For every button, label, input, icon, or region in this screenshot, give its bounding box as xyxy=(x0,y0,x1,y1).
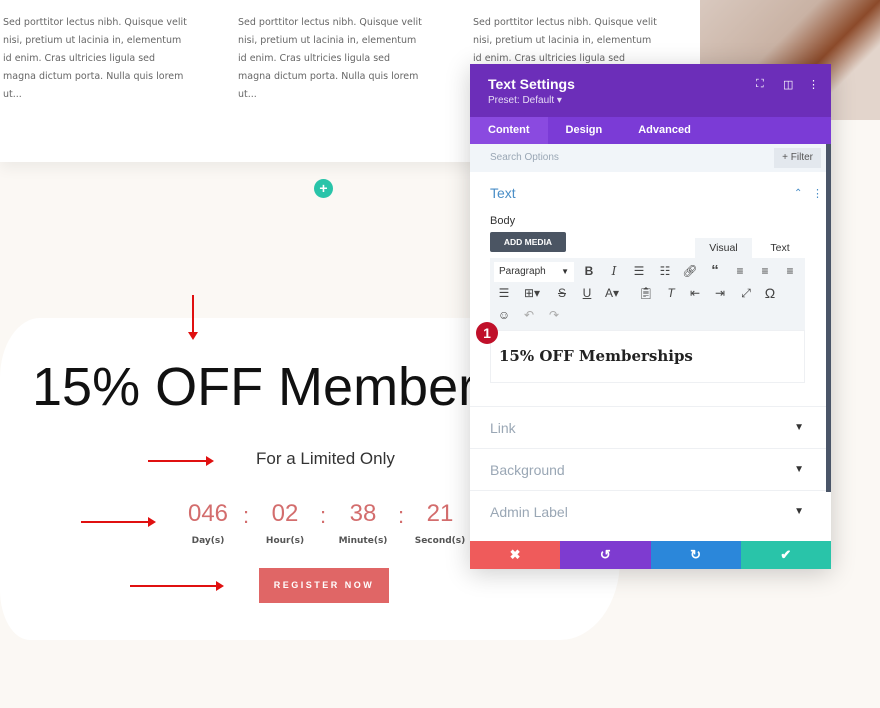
panel-title: Text Settings xyxy=(488,76,575,92)
bold-icon[interactable]: B xyxy=(580,264,598,278)
preset-dropdown[interactable]: Preset: Default ▾ xyxy=(488,95,813,106)
countdown-seconds: 21 Second(s) xyxy=(410,500,470,546)
italic-icon[interactable]: I xyxy=(605,264,623,278)
format-value: Paragraph xyxy=(499,266,546,277)
chevron-down-icon: ▼ xyxy=(794,464,804,475)
editor-toolbar: Paragraph ▼ B I ☰ ☷ 🔗︎ “ ≡ ≡ ≡ ☰ ⊞▾ S U A… xyxy=(490,258,805,330)
excerpt: Sed porttitor lectus nibh. Quisque velit… xyxy=(3,17,187,100)
countdown-value: 046 xyxy=(187,500,229,527)
panel-footer: ✖ ↺ ↻ ✔ xyxy=(470,541,831,569)
editor-content[interactable]: 15% OFF Memberships xyxy=(490,330,805,383)
countdown-value: 21 xyxy=(426,500,454,527)
scrollbar[interactable] xyxy=(826,144,831,492)
annotation-arrow xyxy=(81,517,156,527)
visual-tab[interactable]: Visual xyxy=(695,238,752,258)
countdown-label: Hour(s) xyxy=(265,536,305,546)
separator: : xyxy=(320,503,327,528)
countdown-label: Minute(s) xyxy=(338,536,388,546)
paste-icon[interactable]: 📋︎ xyxy=(637,286,655,300)
annotation-arrow xyxy=(148,456,214,466)
text-tab[interactable]: Text xyxy=(755,238,805,258)
text-color-icon[interactable]: A▾ xyxy=(603,286,621,300)
section-label: Admin Label xyxy=(490,504,568,520)
link-icon[interactable]: 🔗︎ xyxy=(681,264,699,278)
body-label: Body xyxy=(490,215,516,227)
tab-content[interactable]: Content xyxy=(470,117,548,144)
section-admin-label[interactable]: Admin Label ▼ xyxy=(470,490,826,532)
annotation-arrow xyxy=(130,581,224,591)
outdent-icon[interactable]: ⇤ xyxy=(686,286,704,300)
tab-advanced[interactable]: Advanced xyxy=(620,117,709,144)
add-section-button[interactable]: + xyxy=(314,179,333,198)
section-label: Background xyxy=(490,462,565,478)
chevron-down-icon: ▼ xyxy=(561,267,569,276)
step-badge: 1 xyxy=(476,322,498,344)
fullscreen-icon[interactable]: ⛶ xyxy=(756,78,764,91)
bullet-list-icon[interactable]: ☰ xyxy=(630,264,648,278)
section-background[interactable]: Background ▼ xyxy=(470,448,826,490)
separator: : xyxy=(398,503,405,528)
countdown-minutes: 38 Minute(s) xyxy=(333,500,393,546)
indent-icon[interactable]: ⇥ xyxy=(711,286,729,300)
countdown-value: 02 xyxy=(271,500,299,527)
align-right-icon[interactable]: ≡ xyxy=(781,264,799,278)
align-left-icon[interactable]: ≡ xyxy=(731,264,749,278)
save-button[interactable]: ✔ xyxy=(740,541,831,569)
headline: 15% OFF Memberships xyxy=(32,357,472,417)
section-label: Link xyxy=(490,420,516,436)
section-menu-icon[interactable]: ⋮ xyxy=(812,187,823,200)
section-title-text[interactable]: Text xyxy=(490,185,516,201)
countdown-label: Second(s) xyxy=(414,536,466,546)
format-select[interactable]: Paragraph ▼ xyxy=(494,262,574,282)
subtitle: For a Limited Only xyxy=(256,449,395,468)
separator: : xyxy=(243,503,250,528)
special-char-icon[interactable]: Ω xyxy=(761,285,779,301)
countdown-label: Day(s) xyxy=(191,536,225,546)
align-center-icon[interactable]: ≡ xyxy=(756,264,774,278)
undo-button[interactable]: ↺ xyxy=(560,541,651,569)
cancel-button[interactable]: ✖ xyxy=(470,541,561,569)
countdown-days: 046 Day(s) xyxy=(178,500,238,546)
redo-button[interactable]: ↻ xyxy=(650,541,741,569)
fullscreen-icon[interactable]: ⤢ xyxy=(737,286,755,301)
panel-tabs: Content Design Advanced xyxy=(470,117,831,144)
more-options-icon[interactable]: ⋮ xyxy=(808,78,819,91)
filter-button[interactable]: + Filter xyxy=(774,148,821,168)
chevron-down-icon: ▼ xyxy=(794,422,804,433)
undo-icon[interactable]: ↶ xyxy=(520,308,538,322)
numbered-list-icon[interactable]: ☷ xyxy=(656,264,674,278)
clear-format-icon[interactable]: T xyxy=(662,286,680,300)
chevron-up-icon[interactable]: ⌃ xyxy=(794,188,802,199)
table-icon[interactable]: ⊞▾ xyxy=(523,286,541,300)
register-now-button[interactable]: REGISTER NOW xyxy=(259,568,389,603)
annotation-arrow xyxy=(188,295,198,340)
countdown-value: 38 xyxy=(349,500,377,527)
split-view-icon[interactable]: ◫ xyxy=(783,78,793,91)
chevron-down-icon: ▼ xyxy=(794,506,804,517)
redo-icon[interactable]: ↷ xyxy=(545,308,563,322)
blockquote-icon[interactable]: “ xyxy=(706,262,724,279)
tab-design[interactable]: Design xyxy=(548,117,621,144)
section-link[interactable]: Link ▼ xyxy=(470,406,826,448)
strikethrough-icon[interactable]: S xyxy=(553,286,571,300)
panel-header: Text Settings Preset: Default ▾ ⛶ ◫ ⋮ xyxy=(470,64,831,117)
emoji-icon[interactable]: ☺ xyxy=(495,308,513,322)
underline-icon[interactable]: U xyxy=(578,286,596,300)
justify-icon[interactable]: ☰ xyxy=(495,286,513,300)
countdown-hours: 02 Hour(s) xyxy=(255,500,315,546)
add-media-button[interactable]: ADD MEDIA xyxy=(490,232,566,252)
text-settings-panel: Text Settings Preset: Default ▾ ⛶ ◫ ⋮ Co… xyxy=(470,64,831,569)
excerpt: Sed porttitor lectus nibh. Quisque velit… xyxy=(238,17,422,100)
